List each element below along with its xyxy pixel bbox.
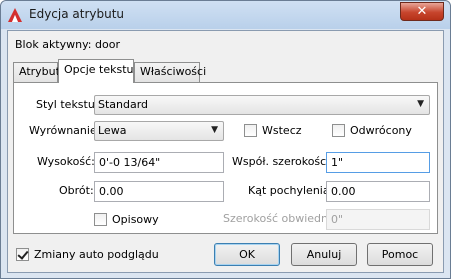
help-button[interactable]: Pomoc [367,243,433,266]
backwards-label: Wstecz [262,124,302,137]
text-options-panel: Styl tekstu: Standard ▼ Wyrównanie: Lewa… [13,82,438,234]
active-block-label: Blok aktywny: door [15,38,120,51]
boundary-width-label: Szerokość obwiedni: [223,212,335,225]
text-style-select[interactable]: Standard ▼ [94,95,430,115]
backwards-checkbox[interactable] [244,124,257,137]
chevron-down-icon: ▼ [417,99,424,109]
auto-preview-label: Zmiany auto podglądu [34,248,159,261]
text-style-value: Standard [98,98,149,111]
title-bar[interactable]: Edycja atrybutu ✕ [1,1,450,29]
window-title: Edycja atrybutu [29,7,125,21]
justification-label: Wyrównanie: [29,124,101,137]
annotative-label: Opisowy [112,213,159,226]
height-input[interactable]: 0'-0 13/64" [94,152,224,173]
upside-down-label: Odwrócony [350,124,412,137]
tab-attribute[interactable]: Atrybut [13,62,60,82]
oblique-angle-value: 0.00 [331,185,356,198]
autocad-logo-icon [8,8,22,22]
boundary-width-value: 0" [331,213,344,226]
tab-properties[interactable]: Właściwości [134,62,206,82]
tab-text-options[interactable]: Opcje tekstu [58,59,134,83]
width-factor-label: Współ. szerokości: [232,155,333,168]
upside-down-checkbox[interactable] [332,124,345,137]
height-label: Wysokość: [37,155,95,168]
rotation-input[interactable]: 0.00 [94,181,224,202]
annotative-checkbox[interactable] [94,213,107,226]
close-icon: ✕ [416,4,428,19]
cancel-button[interactable]: Anuluj [291,243,357,266]
dialog-window: Edycja atrybutu ✕ Blok aktywny: door Atr… [0,0,451,279]
height-value: 0'-0 13/64" [99,156,161,169]
oblique-angle-label: Kąt pochylenia: [248,184,334,197]
ok-button[interactable]: OK [214,243,280,266]
justification-value: Lewa [98,124,127,137]
width-factor-value: 1" [331,156,344,169]
rotation-value: 0.00 [99,185,124,198]
oblique-angle-input[interactable]: 0.00 [326,181,430,202]
text-style-label: Styl tekstu: [36,98,99,111]
boundary-width-input: 0" [326,209,430,230]
dialog-body: Blok aktywny: door Atrybut Opcje tekstu … [7,30,444,273]
chevron-down-icon: ▼ [211,125,218,135]
width-factor-input[interactable]: 1" [326,152,430,173]
close-button[interactable]: ✕ [400,2,444,21]
auto-preview-checkbox[interactable] [16,248,29,261]
justification-select[interactable]: Lewa ▼ [94,121,224,141]
rotation-label: Obrót: [59,184,94,197]
